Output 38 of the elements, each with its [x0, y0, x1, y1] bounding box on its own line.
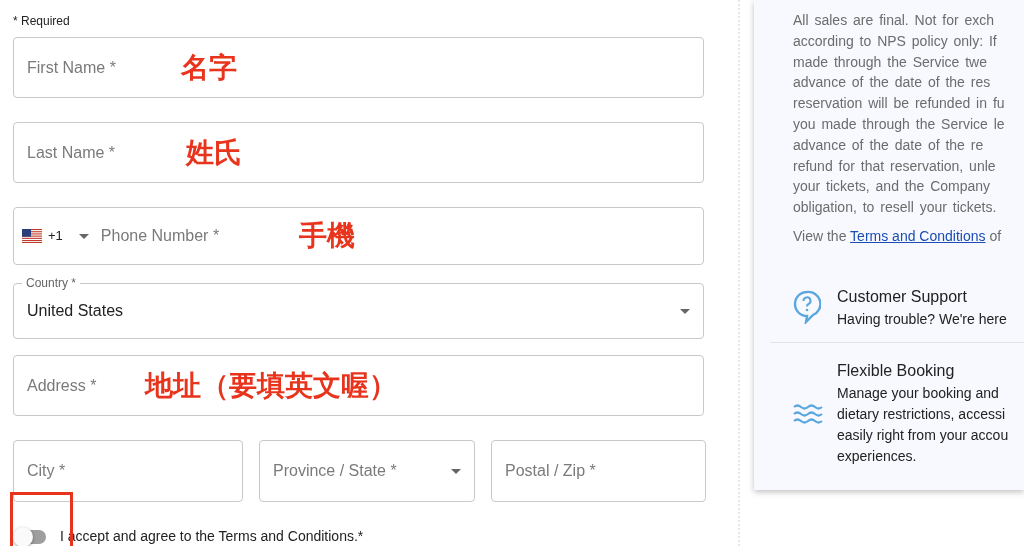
- terms-link[interactable]: Terms and Conditions: [850, 227, 986, 244]
- policy-text: you made through the Service le: [793, 115, 1006, 134]
- annotation-text: 地址（要填英文喔）: [145, 367, 397, 404]
- caret-icon: [680, 308, 690, 314]
- help-bubble-icon: [793, 290, 821, 325]
- feature-title: Customer Support: [837, 286, 968, 307]
- feature-title: Flexible Booking: [837, 360, 956, 381]
- feature-text: Having trouble? We're here: [837, 309, 1007, 329]
- policy-text: advance of the date of the re: [793, 135, 985, 155]
- select-field[interactable]: Province / State *: [259, 440, 475, 502]
- annotation-text: 手機: [299, 218, 355, 254]
- toggle-switch[interactable]: [14, 529, 46, 544]
- input-field[interactable]: City *: [13, 440, 243, 502]
- policy-text: All sales are final. Not for exch: [793, 11, 996, 30]
- annotation-text: 姓氏: [186, 134, 242, 171]
- body-text: View the: [793, 227, 848, 244]
- policy-text: made through the Service twe: [793, 52, 988, 72]
- input-field[interactable]: Postal / Zip *: [491, 440, 706, 502]
- caret-icon: [78, 233, 89, 239]
- body-text: of: [988, 227, 1002, 244]
- policy-text: obligation, to resell your tickets.: [793, 198, 998, 218]
- policy-text: reservation will be refunded in fu: [793, 94, 1006, 114]
- feature-text: Manage your booking and: [837, 383, 1000, 403]
- flag-icon: [22, 229, 42, 243]
- waves-icon: [793, 402, 823, 425]
- feature-text: experiences.: [837, 446, 918, 466]
- policy-text: refund for that reservation, unle: [793, 156, 997, 176]
- required-note: * Required: [13, 13, 70, 30]
- field-label: Country *: [22, 276, 81, 290]
- country-code-button[interactable]: +1: [22, 226, 89, 246]
- policy-text: according to NPS policy only: If: [793, 31, 998, 51]
- policy-text: your tickets, and the Company: [793, 177, 992, 197]
- annotation-text: 名字: [181, 49, 237, 86]
- feature-text: easily right from your accou: [837, 425, 1009, 445]
- policy-text: advance of the date of the res: [793, 73, 992, 93]
- phone-field[interactable]: +1 Phone Number * 手機: [13, 207, 704, 265]
- feature-text: dietary restrictions, accessi: [837, 404, 1007, 424]
- caret-icon: [451, 468, 461, 474]
